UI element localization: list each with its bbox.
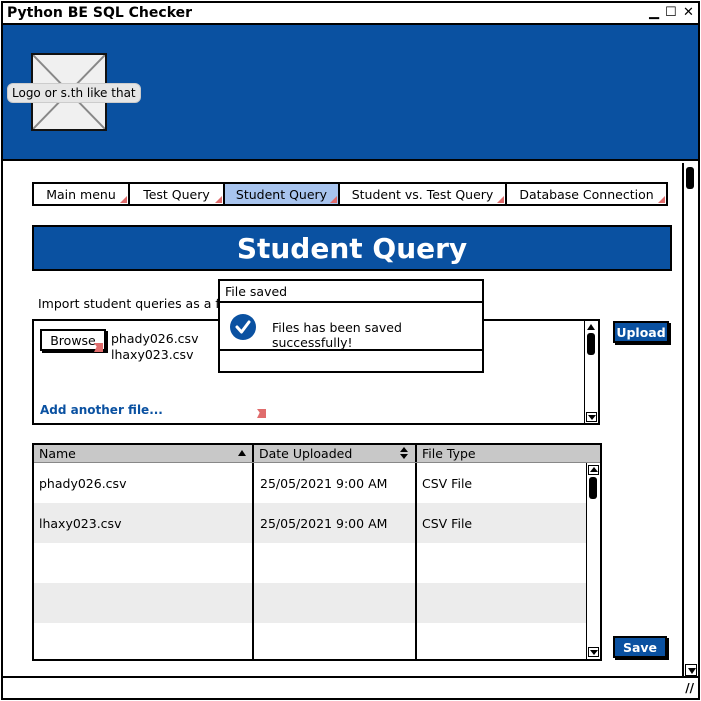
- status-bar: //: [3, 676, 698, 698]
- cell-type: [417, 623, 586, 659]
- scroll-up-icon[interactable]: [586, 322, 597, 332]
- link-corner-icon: [329, 195, 337, 203]
- sort-ascending-icon[interactable]: [238, 450, 246, 456]
- selected-file: phady026.csv: [111, 331, 199, 346]
- tab-main-menu[interactable]: Main menu: [34, 184, 130, 204]
- tab-student-query[interactable]: Student Query: [225, 184, 340, 204]
- tab-label: Test Query: [143, 186, 210, 202]
- table-header: Name Date Uploaded File Type: [34, 445, 600, 463]
- upload-button[interactable]: Upload: [613, 321, 669, 343]
- title-bar: Python BE SQL Checker ▁ ☐ ✕: [3, 3, 698, 25]
- tab-label: Main menu: [46, 186, 116, 202]
- cell-date: 25/05/2021 9:00 AM: [254, 503, 417, 543]
- tab-student-vs-test-query[interactable]: Student vs. Test Query: [340, 184, 507, 204]
- table-row[interactable]: [34, 623, 586, 659]
- add-another-file-link[interactable]: Add another file...: [40, 403, 163, 417]
- scroll-thumb[interactable]: [589, 477, 597, 499]
- import-label: Import student queries as a file: [38, 296, 235, 311]
- table-body: phady026.csv 25/05/2021 9:00 AM CSV File…: [34, 463, 586, 659]
- checkmark-icon: [230, 314, 256, 340]
- table-row[interactable]: phady026.csv 25/05/2021 9:00 AM CSV File: [34, 463, 586, 503]
- cell-name: [34, 543, 254, 583]
- minimize-icon[interactable]: ▁: [649, 6, 659, 20]
- uploaded-files-table: Name Date Uploaded File Type phady026.cs…: [32, 443, 602, 661]
- scroll-up-icon[interactable]: [588, 465, 599, 475]
- table-scrollbar[interactable]: [586, 463, 600, 659]
- link-corner-icon: [496, 195, 504, 203]
- column-label: Date Uploaded: [259, 446, 353, 461]
- logo-tooltip: Logo or s.th like that: [7, 83, 141, 103]
- tab-bar: Main menu Test Query Student Query Stude…: [32, 182, 668, 206]
- cell-name: [34, 623, 254, 659]
- table-row[interactable]: [34, 583, 586, 623]
- cell-date: [254, 543, 417, 583]
- scroll-thumb[interactable]: [587, 333, 595, 355]
- column-header-date-uploaded[interactable]: Date Uploaded: [254, 445, 417, 462]
- app-header: Logo or s.th like that: [3, 25, 698, 161]
- window-title: Python BE SQL Checker: [7, 5, 193, 21]
- dialog-message: Files has been saved successfully!: [272, 320, 402, 350]
- cell-type: [417, 543, 586, 583]
- upload-scrollbar[interactable]: [584, 321, 598, 423]
- cell-type: [417, 583, 586, 623]
- dialog-title: File saved: [220, 281, 482, 303]
- link-corner-icon: [119, 195, 127, 203]
- cell-name: [34, 583, 254, 623]
- link-corner-icon: [214, 195, 222, 203]
- browse-button[interactable]: Browse: [40, 329, 106, 351]
- scroll-thumb[interactable]: [686, 167, 694, 189]
- column-header-file-type[interactable]: File Type: [417, 445, 600, 462]
- cell-type: CSV File: [422, 516, 473, 531]
- cell-name: phady026.csv: [34, 463, 254, 503]
- cell-date: 25/05/2021 9:00 AM: [254, 463, 417, 503]
- resize-grip-icon[interactable]: //: [685, 681, 694, 695]
- page-title: Student Query: [32, 225, 672, 271]
- table-row[interactable]: lhaxy023.csv 25/05/2021 9:00 AM CSV File: [34, 503, 586, 543]
- tab-test-query[interactable]: Test Query: [130, 184, 225, 204]
- table-row[interactable]: [34, 543, 586, 583]
- main-content: Main menu Test Query Student Query Stude…: [3, 163, 698, 676]
- tab-label: Database Connection: [519, 186, 654, 202]
- column-label: Name: [39, 446, 76, 461]
- tab-label: Student Query: [235, 186, 328, 202]
- scroll-down-icon[interactable]: [588, 647, 599, 657]
- maximize-icon[interactable]: ☐: [665, 6, 677, 20]
- dialog-body: Files has been saved successfully!: [220, 303, 482, 351]
- app-window: Python BE SQL Checker ▁ ☐ ✕ Logo or s.th…: [1, 1, 700, 700]
- save-button[interactable]: Save: [613, 636, 667, 658]
- cell-type: CSV File: [422, 476, 473, 491]
- cell-date: [254, 623, 417, 659]
- sort-icon[interactable]: [399, 447, 409, 461]
- cell-name: lhaxy023.csv: [34, 503, 254, 543]
- cell-date: [254, 583, 417, 623]
- tab-label: Student vs. Test Query: [351, 186, 494, 202]
- column-label: File Type: [422, 446, 476, 461]
- close-icon[interactable]: ✕: [683, 6, 694, 20]
- scroll-down-icon[interactable]: [586, 412, 597, 422]
- file-saved-dialog: File saved Files has been saved successf…: [218, 279, 484, 373]
- selected-file: lhaxy023.csv: [111, 347, 194, 362]
- link-corner-icon: [657, 195, 665, 203]
- link-corner-icon: [257, 409, 266, 418]
- scroll-down-icon[interactable]: [685, 664, 697, 676]
- page-scrollbar[interactable]: [682, 163, 698, 676]
- column-header-name[interactable]: Name: [34, 445, 254, 462]
- tab-database-connection[interactable]: Database Connection: [507, 184, 666, 204]
